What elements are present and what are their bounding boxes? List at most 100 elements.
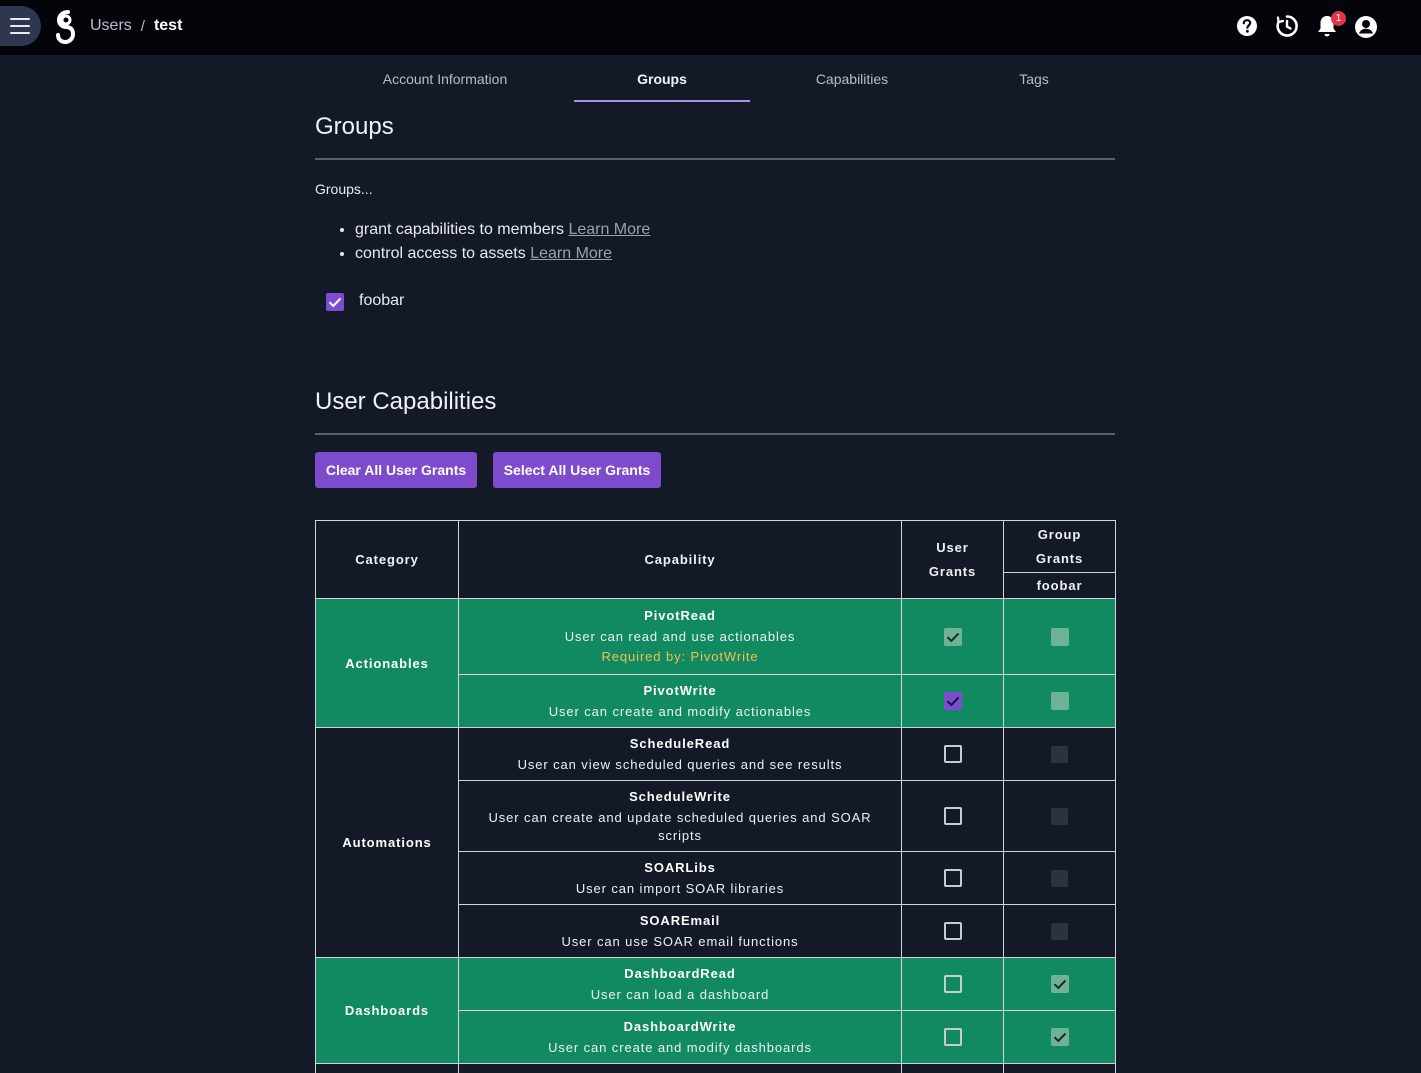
- tab-account-information[interactable]: Account Information: [345, 55, 545, 103]
- capability-required-by: Required by: PivotWrite: [601, 648, 759, 664]
- group-grant-checkbox: [1051, 922, 1068, 940]
- group-grant-checkbox: [1051, 745, 1068, 763]
- capability-name: DashboardRead: [624, 966, 736, 981]
- capability-cell: SOAREmail User can use SOAR email functi…: [458, 904, 902, 958]
- user-grant-checkbox[interactable]: [943, 692, 962, 710]
- group-grant-cell: [1003, 780, 1116, 852]
- category-cell: Actionables: [315, 598, 459, 728]
- groups-bullet-list: grant capabilities to members Learn More…: [355, 219, 650, 267]
- group-grant-cell: [1003, 904, 1116, 958]
- check-icon: [946, 632, 959, 642]
- user-grant-checkbox[interactable]: [943, 922, 962, 940]
- capability-name: DashboardWrite: [623, 1019, 737, 1034]
- user-grant-cell: [901, 904, 1004, 958]
- group-grants-header: Group Grants: [1003, 520, 1116, 573]
- group-grant-cell: [1003, 1010, 1116, 1064]
- user-grant-checkbox[interactable]: [943, 627, 962, 646]
- user-grant-checkbox[interactable]: [943, 807, 962, 825]
- capability-description: User can use SOAR email functions: [561, 934, 799, 949]
- user-grant-cell: [901, 851, 1004, 905]
- group-grant-checkbox: [1051, 869, 1068, 887]
- group-grant-checkbox: [1051, 807, 1068, 825]
- capability-description: User can read and use actionables: [564, 628, 796, 644]
- user-grant-checkbox[interactable]: [943, 745, 962, 763]
- capability-cell: ScheduleRead User can view scheduled que…: [458, 727, 902, 781]
- capability-description: User can create and update scheduled que…: [488, 810, 872, 843]
- breadcrumb-users-link[interactable]: Users: [90, 17, 132, 35]
- logo-icon[interactable]: [54, 9, 78, 45]
- group-grant-checkbox: [1050, 627, 1069, 646]
- group-grant-checkbox: [1050, 1028, 1069, 1046]
- capability-header: Capability: [458, 520, 902, 599]
- table-row: Actionables PivotRead User can read and …: [315, 598, 1116, 728]
- capability-description: User can create and modify dashboards: [548, 1040, 812, 1055]
- tab-capabilities[interactable]: Capabilities: [782, 55, 922, 103]
- capability-description: User can create and modify actionables: [548, 704, 812, 719]
- user-grant-cell: [901, 957, 1004, 1011]
- user-grant-checkbox[interactable]: [943, 975, 962, 993]
- user-grant-cell: [901, 1010, 1004, 1064]
- capabilities-table: Category Capability User Grants Group Gr…: [315, 520, 1116, 1073]
- capabilities-section-title: User Capabilities: [315, 388, 497, 415]
- group-grant-cell: [1003, 851, 1116, 905]
- capability-cell: DashboardRead User can load a dashboard: [458, 957, 902, 1011]
- group-foobar-header: foobar: [1003, 572, 1116, 599]
- user-grant-cell: [901, 674, 1004, 728]
- menu-button[interactable]: [0, 6, 41, 46]
- account-icon[interactable]: [1353, 14, 1379, 40]
- tab-groups[interactable]: Groups: [574, 55, 750, 103]
- group-foobar-label[interactable]: foobar: [359, 292, 404, 310]
- user-grant-checkbox[interactable]: [943, 1028, 962, 1046]
- capability-name: ScheduleWrite: [629, 789, 731, 804]
- table-row: Dashboards DashboardRead User can load a…: [315, 957, 1116, 1064]
- capability-cell: PivotWrite User can create and modify ac…: [458, 674, 902, 728]
- group-grant-cell: [1003, 674, 1116, 728]
- help-icon[interactable]: [1234, 13, 1260, 39]
- top-icons: 1: [1237, 11, 1421, 41]
- clear-all-user-grants-button[interactable]: Clear All User Grants: [315, 452, 477, 488]
- capability-cell: DashboardWrite User can create and modif…: [458, 1010, 902, 1064]
- notification-badge: 1: [1331, 11, 1346, 26]
- group-grant-cell: [1003, 598, 1116, 675]
- category-cell: Dashboards: [315, 957, 459, 1064]
- capability-name: PivotWrite: [643, 683, 717, 698]
- groups-intro: Groups...: [315, 181, 373, 197]
- table-row: Automations ScheduleRead User can view s…: [315, 727, 1116, 958]
- capability-name: SOAREmail: [639, 913, 721, 928]
- history-icon[interactable]: [1274, 13, 1300, 39]
- select-all-user-grants-button[interactable]: Select All User Grants: [493, 452, 661, 488]
- check-icon: [1053, 1032, 1066, 1043]
- capability-name: SOARLibs: [644, 860, 716, 875]
- capability-cell: PivotRead User can read and use actionab…: [458, 598, 902, 675]
- groups-divider: [315, 158, 1115, 160]
- capabilities-divider: [315, 433, 1115, 435]
- user-grant-checkbox[interactable]: [943, 869, 962, 887]
- user-grants-header: User Grants: [901, 520, 1004, 599]
- capability-description: User can view scheduled queries and see …: [517, 757, 843, 772]
- learn-more-link[interactable]: Learn More: [568, 221, 650, 238]
- breadcrumb-current: test: [153, 17, 183, 34]
- capability-cell: SOARLibs User can import SOAR libraries: [458, 851, 902, 905]
- groups-section-title: Groups: [315, 113, 394, 140]
- top-bar: Users / test 1: [0, 0, 1421, 55]
- tab-bar: Account Information Groups Capabilities …: [315, 55, 1115, 103]
- group-grant-checkbox: [1050, 692, 1069, 710]
- group-foobar-checkbox[interactable]: [326, 293, 344, 311]
- user-grant-cell: [901, 598, 1004, 675]
- category-cell: Automations: [315, 727, 459, 958]
- check-icon: [1053, 979, 1066, 990]
- category-header: Category: [315, 520, 459, 599]
- table-row: [315, 1063, 1116, 1073]
- active-tab-indicator: [574, 100, 750, 102]
- tab-tags[interactable]: Tags: [984, 55, 1084, 103]
- check-icon: [946, 696, 959, 707]
- capability-description: User can load a dashboard: [590, 987, 770, 1002]
- learn-more-link[interactable]: Learn More: [530, 245, 612, 262]
- capability-name: PivotRead: [644, 607, 716, 623]
- capability-description: User can import SOAR libraries: [575, 881, 785, 896]
- menu-icon: [9, 18, 30, 20]
- breadcrumb: Users / test: [90, 17, 182, 35]
- group-grant-cell: [1003, 957, 1116, 1011]
- user-grant-cell: [901, 727, 1004, 781]
- group-grant-cell: [1003, 727, 1116, 781]
